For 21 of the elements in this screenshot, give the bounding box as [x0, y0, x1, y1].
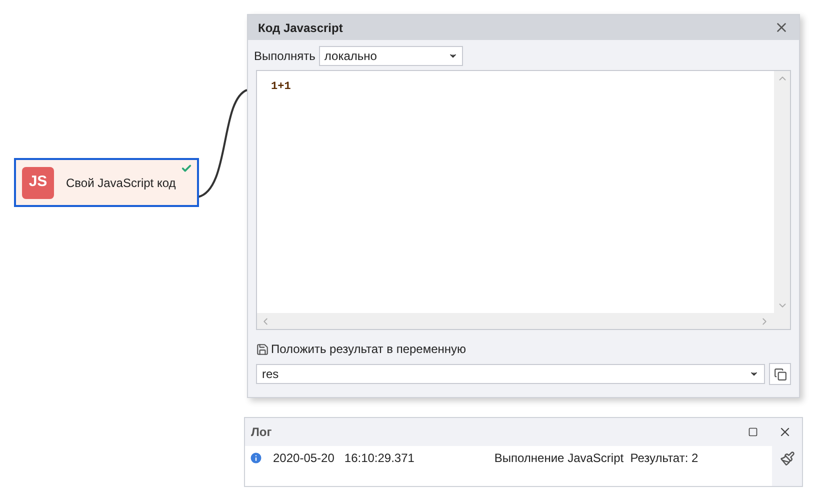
close-icon[interactable] — [778, 425, 792, 439]
js-badge: JS — [22, 166, 54, 198]
run-mode-dropdown[interactable]: локально — [319, 46, 464, 66]
log-title: Лог — [251, 424, 272, 441]
maximize-icon[interactable] — [748, 427, 758, 437]
brush-icon[interactable] — [780, 451, 794, 466]
log-time: 16:10:29.371 — [344, 450, 416, 467]
copy-icon — [774, 368, 786, 380]
js-node[interactable]: JS Свой JavaScript код — [14, 158, 199, 207]
close-icon[interactable] — [774, 20, 789, 35]
dialog-title: Код Javascript — [258, 20, 343, 36]
copy-button[interactable] — [769, 363, 791, 385]
log-message: Выполнение JavaScript Результат: 2 — [494, 450, 698, 467]
log-date: 2020-05-20 — [273, 450, 334, 467]
info-icon — [249, 451, 263, 465]
node-label: Свой JavaScript код — [66, 174, 176, 192]
save-icon — [256, 342, 269, 356]
save-result-label: Положить результат в переменную — [271, 341, 466, 358]
variable-field[interactable]: res — [256, 364, 765, 384]
run-label: Выполнять — [254, 48, 316, 65]
code-text: 1+1 — [271, 81, 291, 93]
